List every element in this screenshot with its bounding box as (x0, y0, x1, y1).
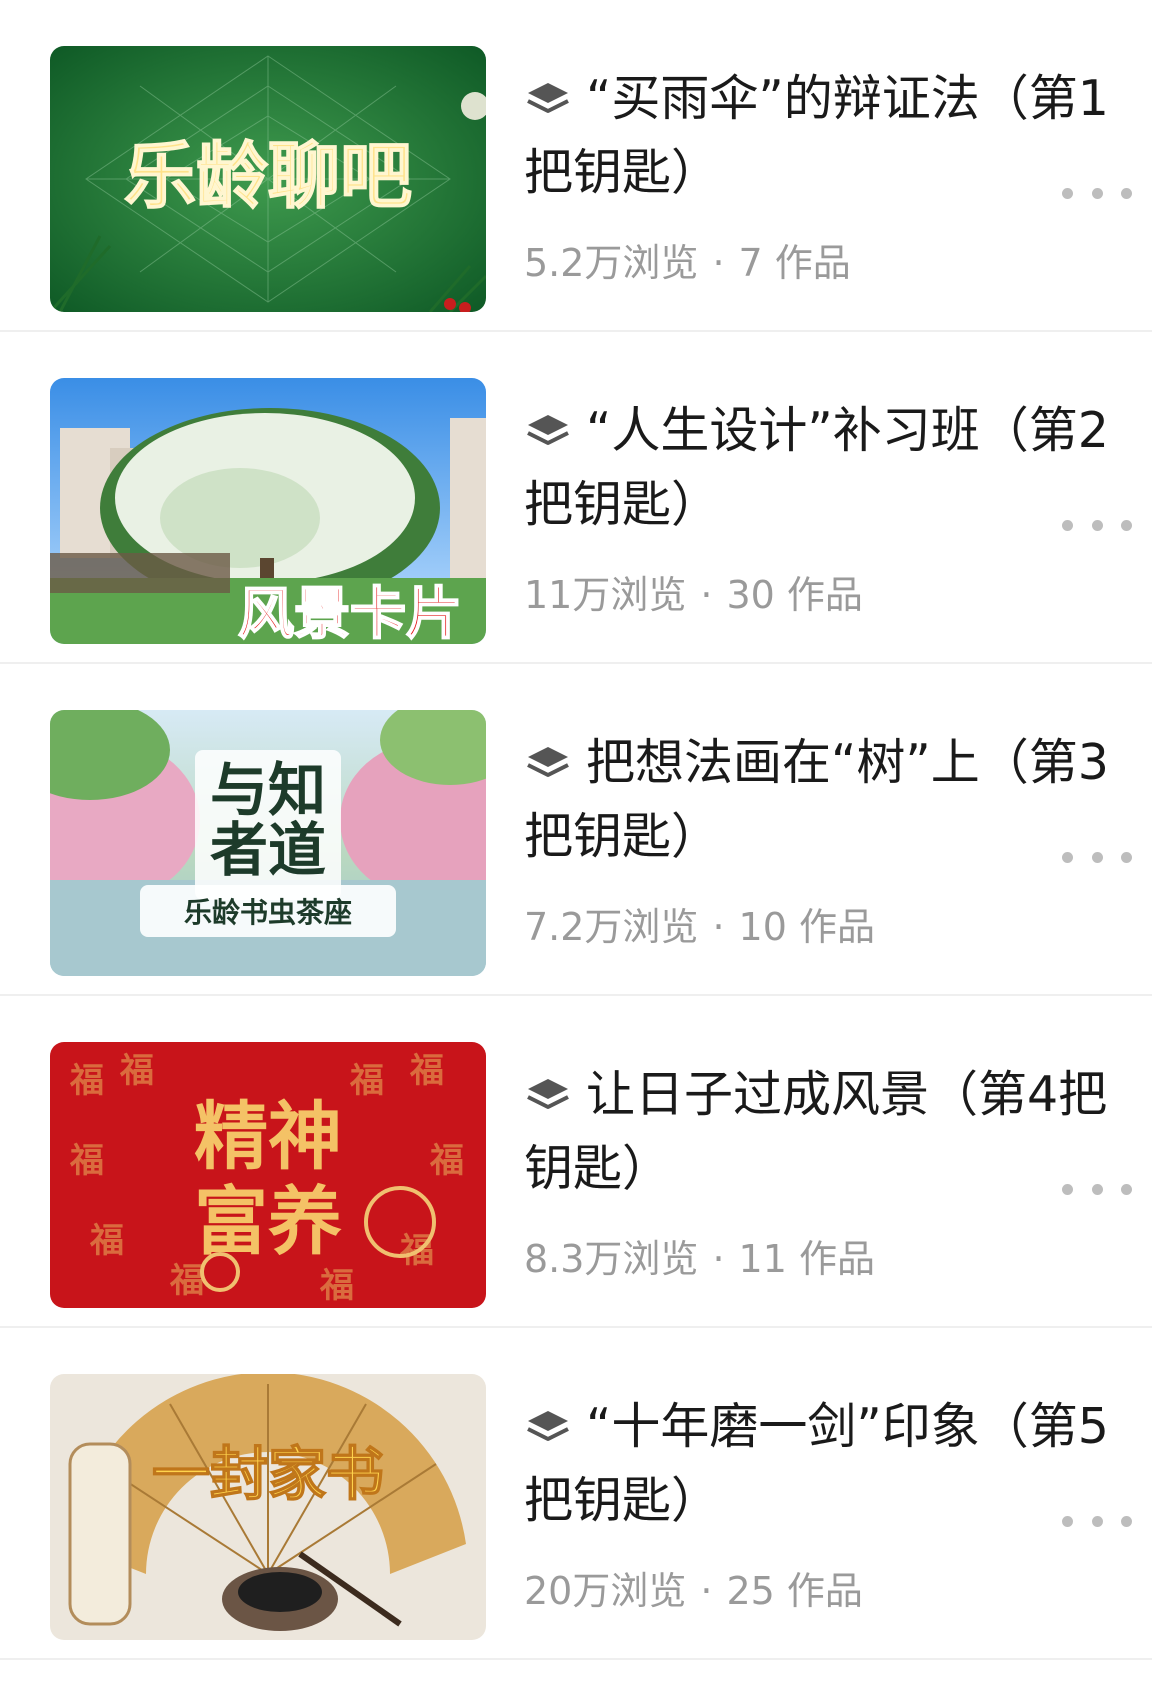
item-info: 把想法画在“树”上（第3把钥匙） 7.2万浏览 · 10 作品 (524, 726, 1114, 949)
svg-text:福: 福 (319, 1266, 354, 1306)
views-count: 5.2万浏览 (524, 241, 699, 285)
thumbnail-landscape-tree: 风景卡片 (50, 378, 486, 644)
views-count: 8.3万浏览 (524, 1237, 699, 1281)
thumbnail-spring-lake: 与知 者道 乐龄书虫茶座 (50, 710, 486, 976)
item-title[interactable]: “十年磨一剑”印象（第5把钥匙） (524, 1390, 1114, 1538)
svg-text:福: 福 (69, 1061, 104, 1101)
thumbnail-caption: 乐龄聊吧 (124, 134, 412, 218)
thumbnail-image[interactable]: 一封家书 (50, 1374, 486, 1640)
svg-text:福: 福 (169, 1261, 204, 1301)
item-meta: 8.3万浏览 · 11 作品 (524, 1228, 875, 1283)
works-count: 11 作品 (738, 1237, 875, 1281)
item-info: “十年磨一剑”印象（第5把钥匙） 20万浏览 · 25 作品 (524, 1390, 1114, 1613)
thumbnail-subtitle: 乐龄书虫茶座 (184, 896, 352, 929)
thumbnail-red-fu: 福福福福 福福福福 福福 精神 富养 (50, 1042, 486, 1308)
thumbnail-image[interactable]: 与知 者道 乐龄书虫茶座 (50, 710, 486, 976)
thumbnail-caption-line2: 者道 (210, 816, 326, 884)
svg-text:福: 福 (349, 1061, 384, 1101)
works-count: 7 作品 (738, 241, 851, 285)
meta-separator: · (700, 573, 713, 617)
item-title[interactable]: “人生设计”补习班（第2把钥匙） (524, 394, 1114, 542)
views-count: 11万浏览 (524, 573, 687, 617)
item-info: “人生设计”补习班（第2把钥匙） 11万浏览 · 30 作品 (524, 394, 1114, 617)
thumbnail-caption-line1: 与知 (210, 756, 326, 824)
works-count: 30 作品 (726, 573, 863, 617)
list-item[interactable]: 一封家书 “十年磨一剑”印象（第5把钥匙） 20万浏览 · 25 作品 (0, 1328, 1152, 1660)
thumbnail-caption: 一封家书 (152, 1440, 384, 1508)
item-info: 让日子过成风景（第4把钥匙） 8.3万浏览 · 11 作品 (524, 1058, 1114, 1281)
thumbnail-caption-line1: 精神 (194, 1094, 342, 1180)
views-count: 20万浏览 (524, 1569, 687, 1613)
more-dots-icon[interactable] (1062, 1174, 1132, 1204)
meta-separator: · (712, 1237, 725, 1281)
thumbnail-image[interactable]: 乐龄聊吧 (50, 46, 486, 312)
meta-separator: · (712, 905, 725, 949)
works-count: 25 作品 (726, 1569, 863, 1613)
thumbnail-image[interactable]: 福福福福 福福福福 福福 精神 富养 (50, 1042, 486, 1308)
item-title-text: “十年磨一剑”印象（第5把钥匙） (524, 1398, 1109, 1529)
item-meta: 7.2万浏览 · 10 作品 (524, 896, 875, 951)
list-item[interactable]: 与知 者道 乐龄书虫茶座 把想法画在“树”上（第3把钥匙） 7.2万浏览 · 10 … (0, 664, 1152, 996)
item-meta: 20万浏览 · 25 作品 (524, 1560, 863, 1615)
meta-separator: · (712, 241, 725, 285)
svg-text:福: 福 (429, 1141, 464, 1181)
item-title[interactable]: “买雨伞”的辩证法（第1把钥匙） (524, 62, 1114, 210)
svg-text:福: 福 (409, 1051, 444, 1091)
collection-list: 乐龄聊吧 “买雨伞”的辩证法（第1把钥匙） 5.2万浏览 · 7 作品 风景卡片… (0, 0, 1152, 1660)
item-title-text: 把想法画在“树”上（第3把钥匙） (524, 734, 1109, 865)
item-title-text: 让日子过成风景（第4把钥匙） (524, 1066, 1108, 1197)
more-dots-icon[interactable] (1062, 1506, 1132, 1536)
item-info: “买雨伞”的辩证法（第1把钥匙） 5.2万浏览 · 7 作品 (524, 62, 1114, 285)
views-count: 7.2万浏览 (524, 905, 699, 949)
stack-layers-icon (527, 415, 569, 445)
thumbnail-image[interactable]: 风景卡片 (50, 378, 486, 644)
item-title[interactable]: 让日子过成风景（第4把钥匙） (524, 1058, 1114, 1206)
thumbnail-family-letter: 一封家书 (50, 1374, 486, 1640)
thumbnail-caption-line2: 富养 (194, 1179, 342, 1265)
meta-separator: · (700, 1569, 713, 1613)
list-item[interactable]: 乐龄聊吧 “买雨伞”的辩证法（第1把钥匙） 5.2万浏览 · 7 作品 (0, 0, 1152, 332)
stack-layers-icon (527, 1411, 569, 1441)
list-item[interactable]: 风景卡片 “人生设计”补习班（第2把钥匙） 11万浏览 · 30 作品 (0, 332, 1152, 664)
more-dots-icon[interactable] (1062, 842, 1132, 872)
item-meta: 11万浏览 · 30 作品 (524, 564, 863, 619)
svg-text:福: 福 (119, 1051, 154, 1091)
stack-layers-icon (527, 747, 569, 777)
more-dots-icon[interactable] (1062, 178, 1132, 208)
stack-layers-icon (527, 83, 569, 113)
item-meta: 5.2万浏览 · 7 作品 (524, 232, 851, 287)
thumbnail-lelingliaoba: 乐龄聊吧 (50, 46, 486, 312)
works-count: 10 作品 (738, 905, 875, 949)
list-item[interactable]: 福福福福 福福福福 福福 精神 富养 让日子过成风景（第4把钥匙） 8.3万浏览… (0, 996, 1152, 1328)
more-dots-icon[interactable] (1062, 510, 1132, 540)
stack-layers-icon (527, 1079, 569, 1109)
item-title-text: “人生设计”补习班（第2把钥匙） (524, 402, 1109, 533)
svg-text:福: 福 (89, 1221, 124, 1261)
thumbnail-caption: 风景卡片 (238, 582, 462, 644)
svg-text:福: 福 (69, 1141, 104, 1181)
item-title-text: “买雨伞”的辩证法（第1把钥匙） (524, 70, 1109, 201)
item-title[interactable]: 把想法画在“树”上（第3把钥匙） (524, 726, 1114, 874)
